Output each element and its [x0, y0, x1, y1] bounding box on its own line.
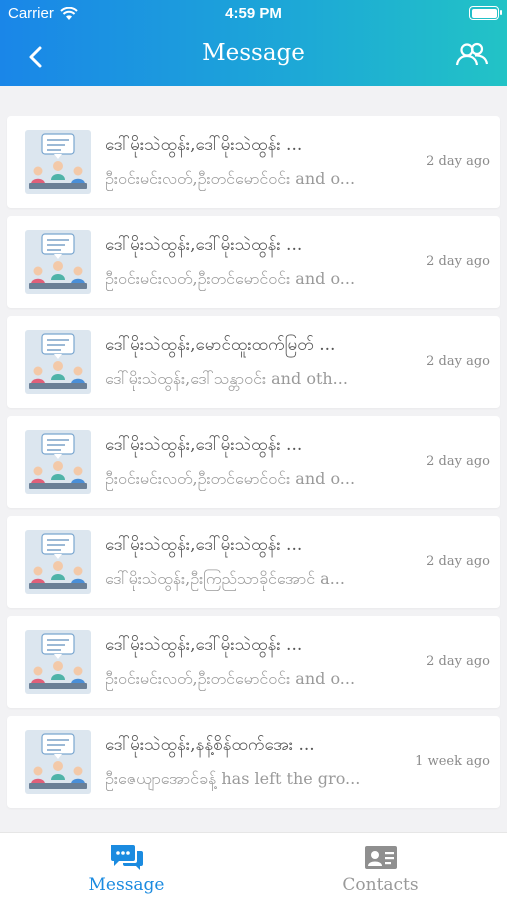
status-time: 4:59 PM	[225, 5, 282, 22]
group-chat-thumbnail-icon	[25, 430, 91, 494]
message-row[interactable]: ဒေါ်မိုးသဲထွန်း,ဒေါ်မိုးသဲထွန်း ... ဦးဝင်…	[7, 416, 500, 508]
tab-bar: Message Contacts	[0, 832, 507, 900]
message-preview: ဦးဝင်းမင်းလတ်,ဦးတင်မောင်ဝင်း and o...	[105, 169, 356, 188]
message-row[interactable]: ဒေါ်မိုးသဲထွန်း,ဒေါ်မိုးသဲထွန်း ... ဦးဝင်…	[7, 216, 500, 308]
group-chat-thumbnail-icon	[25, 530, 91, 594]
message-participants: ဒေါ်မိုးသဲထွန်း,ဒေါ်မိုးသဲထွန်း ...	[105, 235, 303, 255]
message-participants: ဒေါ်မိုးသဲထွန်း,ဒေါ်မိုးသဲထွန်း ...	[105, 435, 303, 455]
group-chat-thumbnail-icon	[25, 730, 91, 794]
message-row[interactable]: ဒေါ်မိုးသဲထွန်း,ဒေါ်မိုးသဲထွန်း ... ဦးဝင်…	[7, 116, 500, 208]
chat-bubbles-icon	[110, 845, 143, 870]
message-participants: ဒေါ်မိုးသဲထွန်း,ဒေါ်မိုးသဲထွန်း ...	[105, 135, 303, 155]
group-icon	[455, 42, 489, 66]
page-title: Message	[202, 40, 305, 66]
contact-card-icon	[364, 846, 397, 869]
message-row[interactable]: ဒေါ်မိုးသဲထွန်း,မောင်ထူးထက်မြတ် ... ဒေါ်မ…	[7, 316, 500, 408]
group-button[interactable]	[455, 40, 489, 70]
message-timestamp: 2 day ago	[426, 354, 490, 369]
message-preview: ဦးဝင်းမင်းလတ်,ဦးတင်မောင်ဝင်း and o...	[105, 469, 356, 488]
message-participants: ဒေါ်မိုးသဲထွန်း,ဒေါ်မိုးသဲထွန်း ...	[105, 635, 303, 655]
message-list: ဒေါ်မိုးသဲထွန်း,ဒေါ်မိုးသဲထွန်း ... ဦးဝင်…	[7, 116, 500, 816]
message-row[interactable]: ဒေါ်မိုးသဲထွန်း,ဒေါ်မိုးသဲထွန်း ... ဦးဝင်…	[7, 616, 500, 708]
tab-contacts-label: Contacts	[342, 875, 419, 895]
message-timestamp: 2 day ago	[426, 654, 490, 669]
message-preview: ဦးဝင်းမင်းလတ်,ဦးတင်မောင်ဝင်း and o...	[105, 669, 356, 688]
group-chat-thumbnail-icon	[25, 130, 91, 194]
message-preview: ဒေါ်မိုးသဲထွန်း,ဒေါ်သန္တာဝင်း and oth...	[105, 369, 348, 388]
group-chat-thumbnail-icon	[25, 230, 91, 294]
status-bar: Carrier 4:59 PM	[0, 0, 507, 28]
tab-contacts[interactable]: Contacts	[254, 833, 507, 900]
message-preview: ဒေါ်မိုးသဲထွန်း,ဦးကြည်သာခိုင်အောင် a...	[105, 569, 345, 588]
message-timestamp: 2 day ago	[426, 454, 490, 469]
app-header: Carrier 4:59 PM Message	[0, 0, 507, 86]
group-chat-thumbnail-icon	[25, 630, 91, 694]
message-participants: ဒေါ်မိုးသဲထွန်း,ဒေါ်မိုးသဲထွန်း ...	[105, 535, 303, 555]
tab-message-label: Message	[88, 875, 165, 895]
battery-icon	[469, 6, 502, 20]
message-preview: ဦးဝင်းမင်းလတ်,ဦးတင်မောင်ဝင်း and o...	[105, 269, 356, 288]
message-timestamp: 2 day ago	[426, 254, 490, 269]
message-timestamp: 1 week ago	[415, 754, 490, 769]
message-preview: ဦးဇေယျာအောင်ခန့် has left the gro...	[105, 769, 361, 788]
group-chat-thumbnail-icon	[25, 330, 91, 394]
message-timestamp: 2 day ago	[426, 554, 490, 569]
message-participants: ဒေါ်မိုးသဲထွန်း,နန့်စိန်ထက်အေး ...	[105, 735, 315, 755]
message-participants: ဒေါ်မိုးသဲထွန်း,မောင်ထူးထက်မြတ် ...	[105, 335, 336, 355]
nav-bar: Message	[0, 28, 507, 86]
message-row[interactable]: ဒေါ်မိုးသဲထွန်း,နန့်စိန်ထက်အေး ... ဦးဇေယျ…	[7, 716, 500, 808]
tab-message[interactable]: Message	[0, 833, 253, 900]
message-timestamp: 2 day ago	[426, 154, 490, 169]
message-row[interactable]: ဒေါ်မိုးသဲထွန်း,ဒေါ်မိုးသဲထွန်း ... ဒေါ်မ…	[7, 516, 500, 608]
